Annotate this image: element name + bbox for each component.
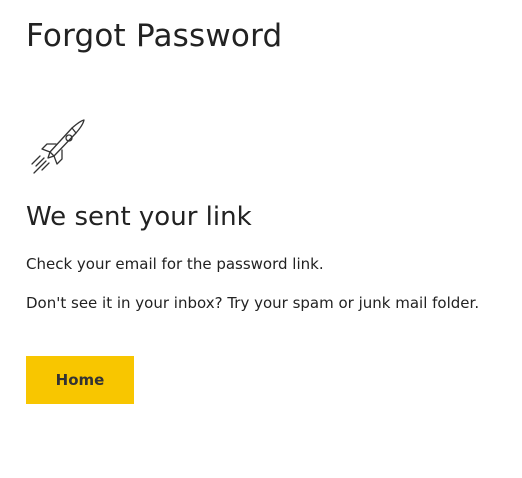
- spam-folder-message: Don't see it in your inbox? Try your spa…: [26, 294, 480, 312]
- home-button[interactable]: Home: [26, 356, 134, 404]
- rocket-icon: [31, 119, 85, 174]
- confirmation-heading: We sent your link: [26, 202, 252, 232]
- page-title: Forgot Password: [26, 18, 283, 54]
- check-email-message: Check your email for the password link.: [26, 255, 324, 273]
